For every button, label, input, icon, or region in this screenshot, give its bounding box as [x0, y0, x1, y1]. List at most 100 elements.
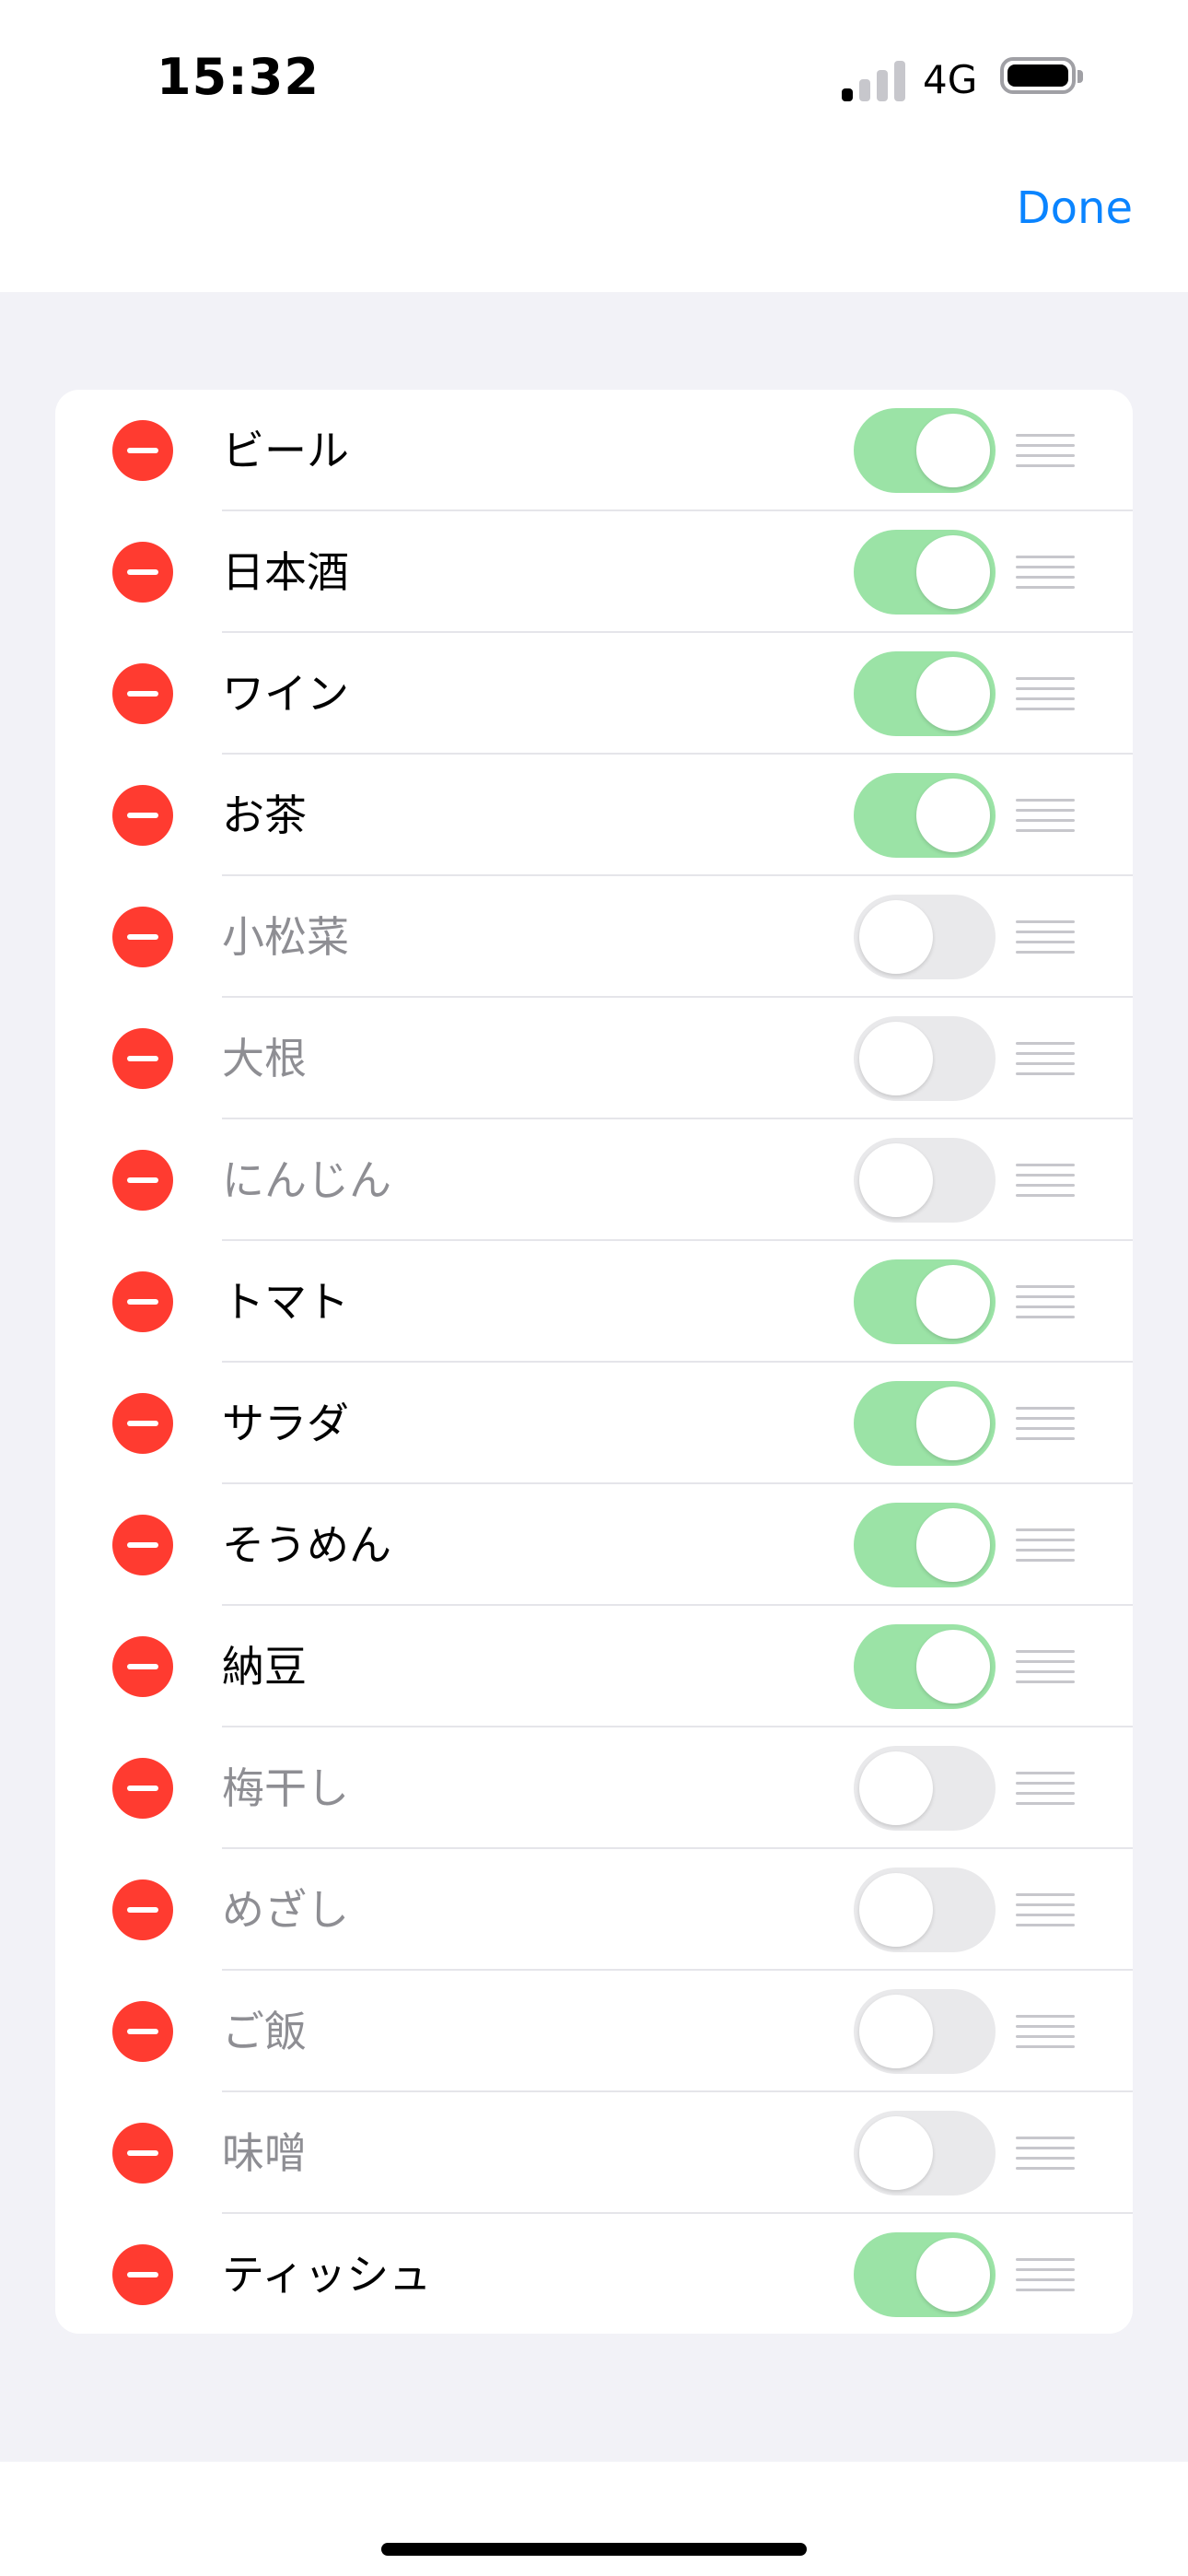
reorder-handle-icon[interactable] — [1016, 1528, 1075, 1562]
reorder-handle-icon[interactable] — [1016, 1407, 1075, 1440]
handle-line — [1016, 454, 1075, 457]
minus-icon — [127, 691, 158, 697]
item-label: お茶 — [222, 790, 307, 840]
toggle-switch[interactable] — [854, 1503, 996, 1587]
delete-button[interactable] — [112, 1515, 173, 1575]
toggle-knob — [859, 1751, 933, 1825]
minus-icon — [127, 1907, 158, 1913]
toggle-knob — [859, 900, 933, 974]
minus-icon — [127, 1421, 158, 1426]
list-item: 納豆 — [55, 1606, 1133, 1727]
toggle-knob — [916, 657, 990, 731]
toggle-switch[interactable] — [854, 1868, 996, 1952]
minus-icon — [127, 569, 158, 575]
toggle-switch[interactable] — [854, 530, 996, 615]
toggle-switch[interactable] — [854, 895, 996, 979]
toggle-switch[interactable] — [854, 1989, 996, 2074]
reorder-handle-icon[interactable] — [1016, 1042, 1075, 1075]
toggle-switch[interactable] — [854, 1138, 996, 1223]
list-item: 小松菜 — [55, 876, 1133, 998]
toggle-switch[interactable] — [854, 1259, 996, 1344]
item-label: 日本酒 — [222, 547, 349, 597]
handle-line — [1016, 1792, 1075, 1795]
handle-line — [1016, 2258, 1075, 2261]
handle-line — [1016, 1559, 1075, 1562]
handle-line — [1016, 1914, 1075, 1916]
reorder-handle-icon[interactable] — [1016, 2015, 1075, 2048]
delete-button[interactable] — [112, 907, 173, 967]
list-item: ワイン — [55, 633, 1133, 755]
delete-button[interactable] — [112, 1271, 173, 1332]
list-item: お茶 — [55, 755, 1133, 876]
done-button[interactable]: Done — [1017, 182, 1133, 234]
home-indicator[interactable] — [381, 2543, 807, 2556]
toggle-switch[interactable] — [854, 2232, 996, 2317]
minus-icon — [127, 2029, 158, 2034]
handle-line — [1016, 1407, 1075, 1410]
list-item: ご飯 — [55, 1971, 1133, 2092]
reorder-handle-icon[interactable] — [1016, 1164, 1075, 1197]
cellular-signal-icon — [842, 61, 906, 101]
minus-icon — [127, 448, 158, 453]
toggle-switch[interactable] — [854, 1381, 996, 1466]
toggle-switch[interactable] — [854, 408, 996, 493]
minus-icon — [127, 1177, 158, 1183]
reorder-handle-icon[interactable] — [1016, 1893, 1075, 1926]
delete-button[interactable] — [112, 1150, 173, 1211]
toggle-switch[interactable] — [854, 773, 996, 858]
reorder-handle-icon[interactable] — [1016, 677, 1075, 710]
toggle-knob — [859, 1143, 933, 1217]
delete-button[interactable] — [112, 2123, 173, 2184]
delete-button[interactable] — [112, 663, 173, 724]
list-item: 梅干し — [55, 1727, 1133, 1849]
toggle-switch[interactable] — [854, 651, 996, 736]
reorder-handle-icon[interactable] — [1016, 1285, 1075, 1318]
delete-button[interactable] — [112, 1879, 173, 1940]
toggle-switch[interactable] — [854, 2111, 996, 2195]
delete-button[interactable] — [112, 1028, 173, 1089]
reorder-handle-icon[interactable] — [1016, 920, 1075, 954]
item-label: ティッシュ — [222, 2250, 432, 2300]
reorder-handle-icon[interactable] — [1016, 799, 1075, 832]
handle-line — [1016, 829, 1075, 832]
handle-line — [1016, 2045, 1075, 2048]
delete-button[interactable] — [112, 2001, 173, 2062]
reorder-handle-icon[interactable] — [1016, 434, 1075, 467]
toggle-switch[interactable] — [854, 1624, 996, 1709]
delete-button[interactable] — [112, 1758, 173, 1819]
reorder-handle-icon[interactable] — [1016, 556, 1075, 589]
minus-icon — [127, 813, 158, 818]
reorder-handle-icon[interactable] — [1016, 2258, 1075, 2291]
toggle-knob — [916, 1508, 990, 1582]
handle-line — [1016, 1660, 1075, 1663]
handle-line — [1016, 434, 1075, 437]
toggle-switch[interactable] — [854, 1016, 996, 1101]
list-item: そうめん — [55, 1484, 1133, 1606]
toggle-knob — [916, 779, 990, 852]
delete-button[interactable] — [112, 420, 173, 481]
handle-line — [1016, 444, 1075, 447]
list-item: めざし — [55, 1849, 1133, 1971]
handle-line — [1016, 1306, 1075, 1308]
toggle-switch[interactable] — [854, 1746, 996, 1831]
delete-button[interactable] — [112, 785, 173, 846]
handle-line — [1016, 1680, 1075, 1683]
reorder-handle-icon[interactable] — [1016, 2137, 1075, 2170]
reorder-handle-icon[interactable] — [1016, 1772, 1075, 1805]
item-label: 味噌 — [222, 2128, 307, 2178]
handle-line — [1016, 1772, 1075, 1774]
delete-button[interactable] — [112, 2244, 173, 2305]
list-item: トマト — [55, 1241, 1133, 1363]
delete-button[interactable] — [112, 1636, 173, 1697]
delete-button[interactable] — [112, 1393, 173, 1454]
handle-line — [1016, 809, 1075, 812]
list-item: ビール — [55, 390, 1133, 511]
item-label: めざし — [222, 1885, 349, 1935]
signal-bar — [842, 88, 853, 101]
delete-button[interactable] — [112, 542, 173, 603]
handle-line — [1016, 920, 1075, 923]
handle-line — [1016, 799, 1075, 802]
header: 15:32 4G Done — [0, 0, 1188, 292]
handle-line — [1016, 1549, 1075, 1551]
reorder-handle-icon[interactable] — [1016, 1650, 1075, 1683]
